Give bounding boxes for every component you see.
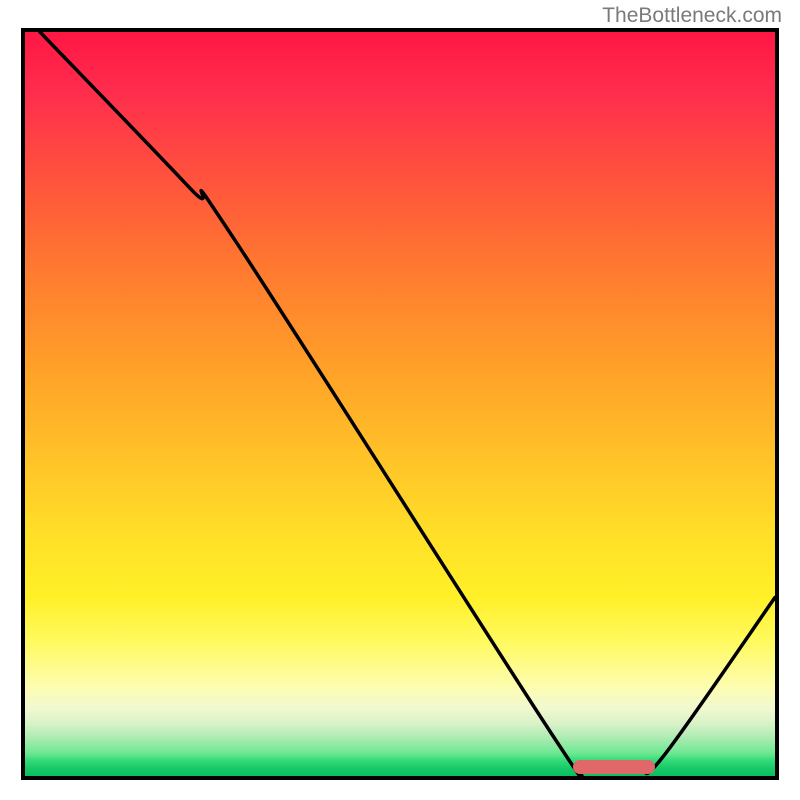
watermark-text: TheBottleneck.com	[602, 4, 782, 28]
chart-optimal-marker	[573, 760, 656, 774]
chart-plot-area	[21, 28, 779, 780]
chart-line-curve	[25, 32, 775, 776]
